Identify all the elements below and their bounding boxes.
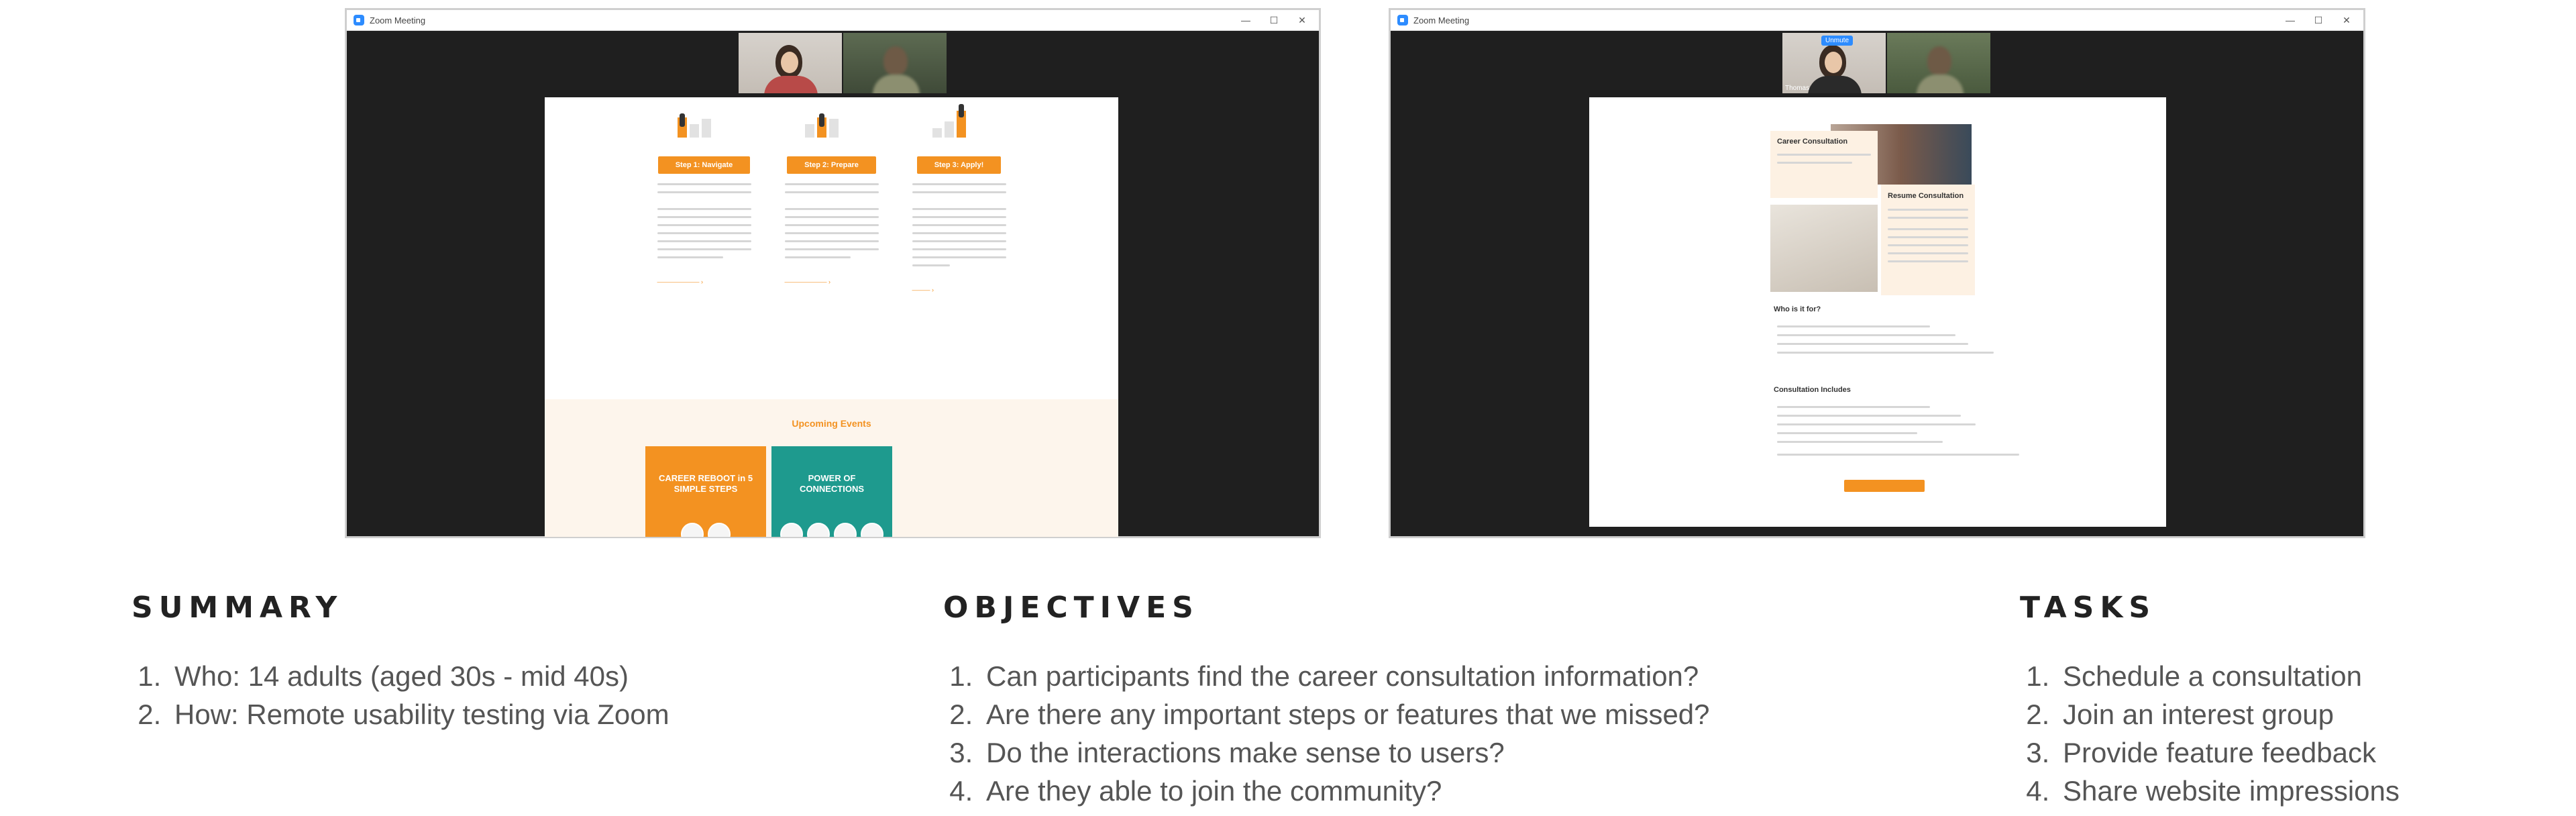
- window-controls: — ☐ ✕: [1241, 15, 1307, 26]
- step-link[interactable]: ——— ›: [906, 287, 1013, 293]
- zoom-window-right: Zoom Meeting — ☐ ✕ Unmute Thomas Career …: [1389, 8, 2365, 538]
- consultation-hero: Career Consultation Resume Consultation: [1770, 124, 1975, 295]
- participant-face: [1825, 52, 1842, 73]
- shared-screen-career-steps: Step 1: Navigate ——————— › Step 2: Prepa…: [545, 97, 1118, 537]
- step-column: Step 2: Prepare ——————— ›: [778, 97, 885, 293]
- step-illustration: [906, 97, 1013, 144]
- person-figure-icon: [958, 104, 964, 117]
- list-item: Do the interactions make sense to users?: [981, 733, 1710, 772]
- events-title: Upcoming Events: [792, 418, 871, 429]
- window-titlebar: Zoom Meeting — ☐ ✕: [347, 10, 1319, 31]
- participant-video[interactable]: Unmute Thomas: [1782, 33, 1886, 93]
- shared-screen-consultation: Career Consultation Resume Consultation …: [1589, 97, 2166, 527]
- maximize-icon[interactable]: ☐: [2314, 15, 2323, 26]
- tasks-heading: TASKS: [2020, 591, 2157, 625]
- step-description: [912, 183, 1006, 266]
- list-item: Who: 14 adults (aged 30s - mid 40s): [169, 657, 669, 695]
- person-figure-icon: [818, 113, 824, 127]
- step-navigate-button[interactable]: Step 1: Navigate: [657, 156, 751, 174]
- summary-section: SUMMARY Who: 14 adults (aged 30s - mid 4…: [131, 591, 669, 733]
- event-card-career-reboot[interactable]: CAREER REBOOT in 5 SIMPLE STEPS: [645, 446, 766, 537]
- participant-body: [1808, 76, 1862, 93]
- includes-bullet-list: [1777, 399, 2032, 462]
- window-controls: — ☐ ✕: [2286, 15, 2351, 26]
- step-column: Step 1: Navigate ——————— ›: [651, 97, 758, 293]
- maximize-icon[interactable]: ☐: [1269, 15, 1279, 26]
- list-item: Provide feature feedback: [2057, 733, 2400, 772]
- participant-head: [883, 46, 908, 76]
- section-includes-heading: Consultation Includes: [1774, 386, 1851, 394]
- illustration-bar: [932, 128, 942, 138]
- hero-card-title: Career Consultation: [1777, 138, 1848, 146]
- summary-list: Who: 14 adults (aged 30s - mid 40s) How:…: [131, 657, 669, 733]
- step-description: [657, 183, 751, 258]
- participant-body: [764, 76, 818, 93]
- step-illustration: [778, 97, 885, 144]
- close-icon[interactable]: ✕: [1297, 15, 1307, 26]
- zoom-app-icon: [354, 15, 364, 26]
- list-item: Share website impressions: [2057, 772, 2400, 810]
- career-consultation-card: Career Consultation: [1770, 131, 1878, 198]
- event-name: CAREER REBOOT in 5 SIMPLE STEPS: [658, 473, 753, 494]
- participant-name: Thomas: [1785, 85, 1810, 92]
- window-titlebar: Zoom Meeting — ☐ ✕: [1391, 10, 2363, 31]
- unmute-button[interactable]: Unmute: [1821, 36, 1854, 46]
- list-item: Are they able to join the community?: [981, 772, 1710, 810]
- participant-video[interactable]: [739, 33, 842, 93]
- minimize-icon[interactable]: —: [1241, 15, 1250, 26]
- participant-face: [781, 52, 798, 73]
- resume-consultation-card: Resume Consultation: [1881, 185, 1975, 295]
- illustration-bar: [828, 119, 839, 138]
- illustration-bar: [944, 121, 954, 138]
- objectives-section: OBJECTIVES Can participants find the car…: [943, 591, 1710, 810]
- participant-head: [1927, 46, 1951, 76]
- step-description: [784, 183, 879, 258]
- step-apply-button[interactable]: Step 3: Apply!: [916, 156, 1002, 174]
- close-icon[interactable]: ✕: [2342, 15, 2351, 26]
- participant-video[interactable]: [843, 33, 947, 93]
- speaker-avatars: [771, 523, 892, 537]
- upcoming-events-section: Upcoming Events CAREER REBOOT in 5 SIMPL…: [545, 399, 1118, 537]
- illustration-bar: [689, 124, 699, 138]
- event-name: POWER OF CONNECTIONS: [799, 473, 865, 494]
- zoom-app-icon: [1397, 15, 1408, 26]
- hero-photo-secondary: [1770, 205, 1878, 292]
- participant-body: [1917, 74, 1964, 93]
- person-figure-icon: [679, 113, 685, 127]
- schedule-consultation-button[interactable]: [1844, 480, 1925, 492]
- participant-video[interactable]: [1887, 33, 1990, 93]
- list-item: Are there any important steps or feature…: [981, 695, 1710, 733]
- participant-video-strip: Unmute Thomas: [1782, 33, 1990, 93]
- section-who-heading: Who is it for?: [1774, 305, 1821, 313]
- participant-video-strip: [739, 33, 947, 93]
- speaker-avatars: [645, 523, 766, 537]
- step-link[interactable]: ——————— ›: [778, 278, 885, 285]
- list-item: Schedule a consultation: [2057, 657, 2400, 695]
- hero-card2-title: Resume Consultation: [1888, 192, 1964, 200]
- participant-body: [873, 74, 920, 93]
- event-card-power-of-connections[interactable]: POWER OF CONNECTIONS: [771, 446, 892, 537]
- list-item: Can participants find the career consult…: [981, 657, 1710, 695]
- step-prepare-button[interactable]: Step 2: Prepare: [787, 156, 876, 174]
- illustration-bar: [804, 124, 814, 138]
- window-title: Zoom Meeting: [370, 15, 426, 26]
- summary-heading: SUMMARY: [131, 591, 343, 625]
- list-item: How: Remote usability testing via Zoom: [169, 695, 669, 733]
- step-column: Step 3: Apply! ——— ›: [906, 97, 1013, 293]
- minimize-icon[interactable]: —: [2286, 15, 2295, 26]
- list-item: Join an interest group: [2057, 695, 2400, 733]
- tasks-list: Schedule a consultation Join an interest…: [2020, 657, 2400, 810]
- objectives-heading: OBJECTIVES: [943, 591, 1199, 625]
- tasks-section: TASKS Schedule a consultation Join an in…: [2020, 591, 2400, 810]
- illustration-bar: [701, 119, 711, 138]
- step-link[interactable]: ——————— ›: [651, 278, 758, 285]
- zoom-window-left: Zoom Meeting — ☐ ✕ Step 1: Navigate ————…: [345, 8, 1321, 538]
- window-title: Zoom Meeting: [1413, 15, 1470, 26]
- objectives-list: Can participants find the career consult…: [943, 657, 1710, 810]
- steps-row: Step 1: Navigate ——————— › Step 2: Prepa…: [545, 97, 1118, 293]
- who-bullet-list: [1777, 319, 2032, 360]
- step-illustration: [651, 97, 758, 144]
